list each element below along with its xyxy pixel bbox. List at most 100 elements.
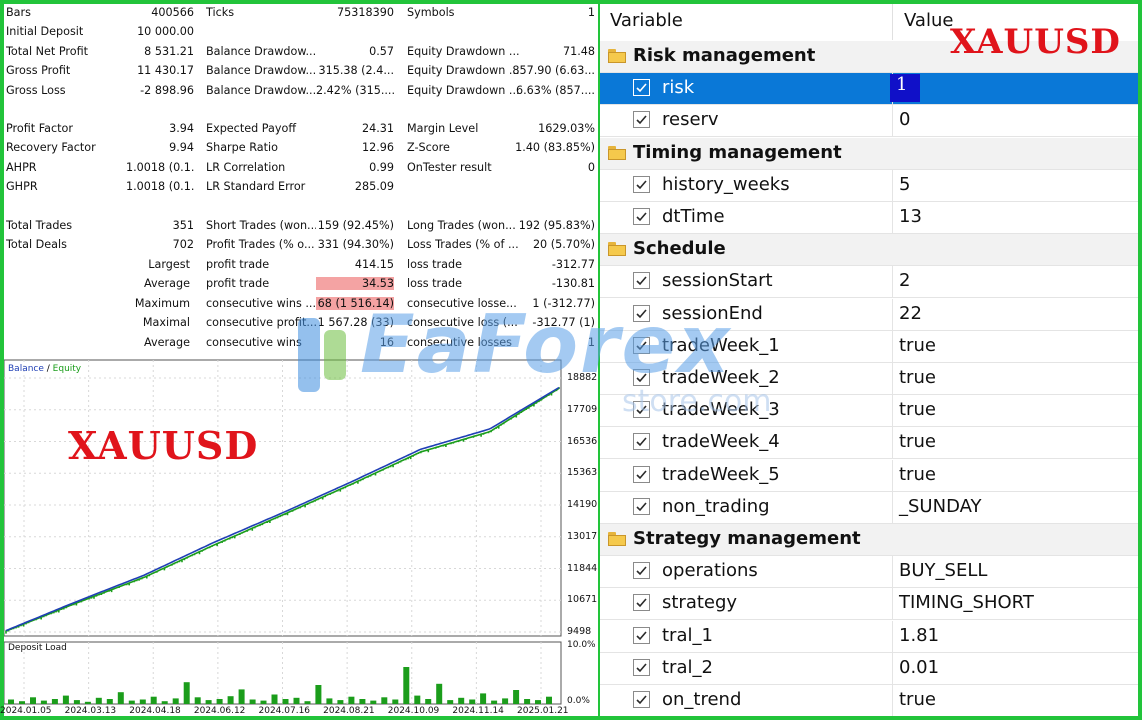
param-value[interactable]: TIMING_SHORT: [899, 592, 1034, 613]
param-value[interactable]: BUY_SELL: [899, 560, 987, 581]
group-timing-management[interactable]: Timing management: [600, 137, 1138, 170]
checkbox[interactable]: [633, 175, 650, 193]
stats-cell: Short Trades (won...: [206, 219, 316, 232]
param-value[interactable]: 0: [899, 109, 910, 130]
param-row-tral-1[interactable]: tral_1 1.81: [600, 620, 1138, 653]
checkbox[interactable]: [633, 336, 650, 354]
param-value[interactable]: true: [899, 464, 936, 485]
param-row-tradeweek-4[interactable]: tradeWeek_4 true: [600, 427, 1138, 460]
inputs-property-grid[interactable]: Variable Value Risk management risk 1 reser…: [600, 4, 1138, 716]
stats-cell: Ticks: [206, 6, 235, 19]
param-value-editor[interactable]: 1: [890, 74, 920, 103]
stats-cell: -2 898.96: [140, 83, 194, 97]
deposit-bar: [513, 690, 520, 704]
param-row-sessionend[interactable]: sessionEnd 22: [600, 298, 1138, 331]
param-row-tral-2[interactable]: tral_2 0.01: [600, 652, 1138, 685]
param-value[interactable]: true: [899, 431, 936, 452]
stats-cell: Bars: [6, 6, 31, 19]
param-value[interactable]: true: [899, 335, 936, 356]
stats-cell: 857.90 (6.63...: [512, 64, 595, 78]
param-row-tradeweek-5[interactable]: tradeWeek_5 true: [600, 459, 1138, 492]
param-value[interactable]: 5: [899, 174, 910, 195]
stats-cell: Symbols: [407, 6, 455, 19]
deposit-bar: [30, 697, 36, 704]
stats-cell: Equity Drawdown ...: [407, 64, 519, 78]
header-variable[interactable]: Variable: [610, 10, 683, 31]
stats-cell: 702: [172, 238, 194, 252]
checkbox[interactable]: [633, 497, 650, 515]
checkbox[interactable]: [633, 369, 650, 386]
param-row-tradeweek-2[interactable]: tradeWeek_2 true: [600, 363, 1138, 395]
deposit-bar: [469, 699, 476, 704]
param-row-reserv[interactable]: reserv 0: [600, 105, 1138, 138]
stats-cell: 1.0018 (0.1...: [126, 160, 194, 174]
checkbox[interactable]: [633, 691, 650, 708]
checkbox[interactable]: [633, 433, 650, 451]
param-value[interactable]: 1.81: [899, 625, 939, 646]
deposit-bar: [150, 696, 157, 704]
checkbox[interactable]: [633, 626, 650, 644]
param-row-on-trend[interactable]: on_trend true: [600, 685, 1138, 716]
param-value[interactable]: 0.01: [899, 657, 939, 678]
param-value[interactable]: 13: [899, 206, 922, 227]
stats-cell: consecutive profit...: [206, 316, 316, 330]
param-value[interactable]: 22: [899, 303, 922, 324]
param-name: tradeWeek_5: [662, 463, 780, 485]
deposit-bar: [139, 699, 146, 704]
stats-cell: 0.57: [369, 44, 394, 58]
param-row-operations[interactable]: operations BUY_SELL: [600, 556, 1138, 589]
stats-cell: LR Correlation: [206, 160, 286, 174]
deposit-bar: [95, 697, 102, 704]
checkbox[interactable]: [633, 658, 650, 676]
stats-row: Maximal consecutive profit... 1 567.28 (33…: [4, 314, 598, 333]
deposit-bar: [260, 700, 267, 704]
param-row-risk[interactable]: risk 1: [600, 73, 1138, 106]
param-value[interactable]: 1: [896, 74, 907, 95]
param-name: strategy: [662, 592, 738, 614]
tester-statistics-table: Bars 400566 Ticks 75318390 Symbols 1 Initial D…: [4, 4, 598, 356]
stats-row: Maximum consecutive wins ... 68 (1 516.14)…: [4, 295, 598, 314]
checkbox[interactable]: [633, 272, 650, 290]
param-value[interactable]: true: [899, 399, 936, 420]
param-row-history-weeks[interactable]: history_weeks 5: [600, 169, 1138, 202]
stats-cell: 1.0018 (0.1...: [126, 180, 194, 194]
header-value[interactable]: Value: [904, 10, 953, 31]
param-value[interactable]: true: [899, 689, 936, 710]
deposit-bar: [205, 700, 212, 704]
checkbox[interactable]: [633, 562, 650, 580]
deposit-bar: [326, 698, 333, 704]
stats-cell: Balance Drawdow...: [206, 44, 316, 58]
checkbox[interactable]: [633, 401, 650, 419]
param-row-non-trading[interactable]: non_trading _SUNDAY: [600, 491, 1138, 524]
chart-legend: Balance / Equity: [8, 364, 81, 374]
checkbox[interactable]: [633, 111, 650, 129]
stats-cell: Total Net Profit: [6, 44, 89, 58]
param-row-strategy[interactable]: strategy TIMING_SHORT: [600, 588, 1138, 621]
stats-cell: 351: [172, 219, 194, 232]
stats-cell: Total Deals: [6, 238, 67, 252]
param-value[interactable]: 2: [899, 270, 910, 291]
param-value[interactable]: true: [899, 367, 936, 388]
param-row-tradeweek-1[interactable]: tradeWeek_1 true: [600, 330, 1138, 363]
group-strategy-management[interactable]: Strategy management: [600, 524, 1138, 556]
stats-cell: Z-Score: [407, 141, 450, 155]
stats-cell: 0: [587, 160, 595, 174]
group-schedule[interactable]: Schedule: [600, 234, 1138, 267]
deposit-bar: [337, 700, 344, 704]
stats-cell: 1629.03%: [538, 122, 595, 135]
stats-cell: 75318390: [337, 6, 394, 19]
checkbox[interactable]: [633, 465, 650, 483]
checkbox[interactable]: [633, 304, 650, 322]
y-tick-label: 11844: [567, 562, 598, 574]
folder-icon: [608, 145, 626, 160]
stats-row: Total Net Profit 8 531.21 Balance Drawdow.…: [4, 43, 598, 62]
param-row-dttime[interactable]: dtTime 13: [600, 202, 1138, 234]
param-name: tradeWeek_2: [662, 367, 780, 388]
checkbox[interactable]: [633, 208, 650, 225]
param-value[interactable]: _SUNDAY: [899, 496, 982, 517]
param-row-tradeweek-3[interactable]: tradeWeek_3 true: [600, 395, 1138, 428]
param-row-sessionstart[interactable]: sessionStart 2: [600, 266, 1138, 299]
checkbox[interactable]: [633, 79, 650, 97]
checkbox[interactable]: [633, 594, 650, 612]
stats-cell: -130.81: [551, 277, 595, 291]
